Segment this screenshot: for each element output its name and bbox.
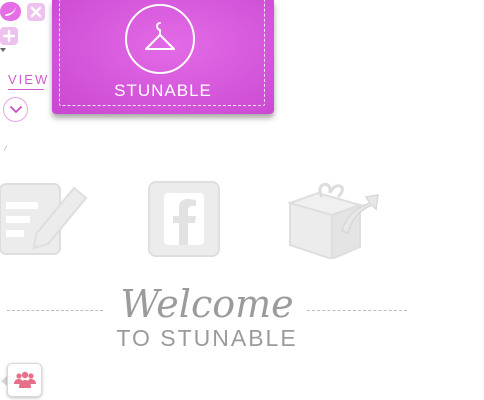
facebook-button[interactable] [148, 181, 220, 257]
people-group-icon [13, 371, 36, 388]
logo-emblem [125, 4, 195, 74]
brand-name: STUNABLE [114, 81, 212, 100]
welcome-divider-right [307, 310, 407, 311]
close-button[interactable] [27, 3, 45, 21]
edit-button[interactable] [0, 180, 88, 258]
view-label: VIEW [8, 72, 50, 87]
chevron-down-icon [9, 105, 22, 113]
plus-icon [3, 30, 15, 42]
community-button[interactable] [7, 363, 42, 397]
swirl-button[interactable] [0, 2, 21, 21]
add-button[interactable] [0, 27, 18, 45]
view-underline [8, 89, 44, 90]
close-icon [30, 6, 42, 18]
view-toggle-button[interactable] [3, 97, 28, 122]
gift-share-icon [286, 182, 379, 261]
welcome-subtitle: TO STUNABLE [116, 325, 298, 351]
share-gift-button[interactable] [286, 175, 380, 261]
divider-mark [3, 145, 8, 151]
hanger-icon [145, 22, 175, 50]
dropdown-caret-icon[interactable] [0, 48, 6, 52]
welcome-divider-left [7, 310, 103, 311]
edit-note-icon [0, 183, 88, 255]
swirl-icon [4, 6, 16, 16]
welcome-title: Welcome [120, 282, 294, 326]
facebook-icon [148, 181, 220, 257]
